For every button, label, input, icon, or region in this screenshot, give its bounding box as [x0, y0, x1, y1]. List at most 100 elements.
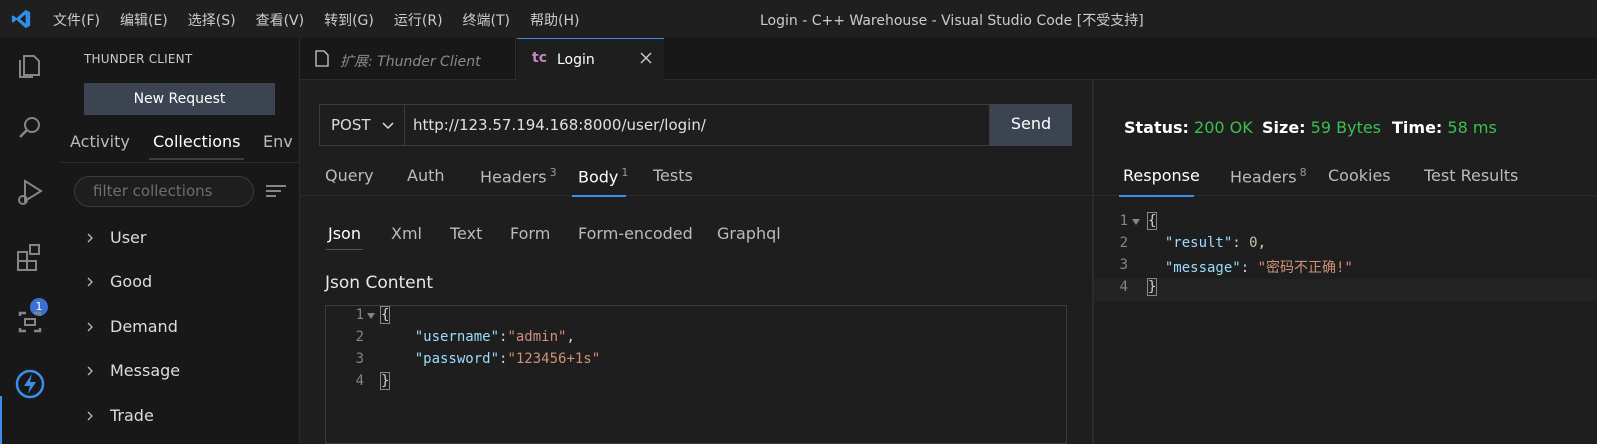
method-select[interactable]: POST	[319, 104, 405, 146]
request-tabs: Query Auth Headers 3 Body 1 Tests	[300, 164, 1092, 197]
editor-tab-bar: 扩展: Thunder Client tc Login	[300, 38, 1597, 80]
collection-item[interactable]: Demand	[84, 317, 178, 336]
json-key: "message"	[1164, 260, 1241, 276]
headers-count: 8	[1299, 166, 1307, 179]
json-key: "password"	[414, 351, 500, 367]
tab-graphql[interactable]: Graphql	[717, 224, 781, 243]
size-item: Size: 59 Bytes	[1262, 118, 1382, 137]
code-line: 3 "password":"123456+1s"	[326, 351, 1066, 373]
remote-explorer-icon[interactable]	[12, 304, 48, 340]
tab-form[interactable]: Form	[510, 224, 550, 243]
chevron-right-icon	[87, 233, 93, 242]
json-key: "username"	[414, 329, 500, 345]
title-bar: 文件(F) 编辑(E) 选择(S) 查看(V) 转到(G) 运行(R) 终端(T…	[0, 0, 1597, 38]
fold-icon[interactable]	[367, 313, 375, 319]
tab-body[interactable]: Body 1	[578, 166, 628, 186]
size-value: 59 Bytes	[1310, 118, 1382, 137]
tab-login[interactable]: tc Login	[517, 38, 664, 80]
menu-help[interactable]: 帮助(H)	[530, 10, 579, 30]
tab-json[interactable]: Json	[328, 224, 361, 243]
window-title: Login - C++ Warehouse - Visual Studio Co…	[760, 13, 1144, 29]
menu-view[interactable]: 查看(V)	[256, 10, 305, 30]
collection-item[interactable]: Message	[84, 361, 180, 380]
collection-item[interactable]: User	[84, 228, 146, 247]
extensions-icon[interactable]	[12, 240, 48, 276]
line-number: 3	[355, 351, 364, 367]
tab-activity[interactable]: Activity	[70, 132, 130, 151]
line-number: 4	[355, 373, 364, 389]
tab-auth[interactable]: Auth	[407, 166, 445, 185]
tab-query[interactable]: Query	[325, 166, 374, 185]
json-body-editor[interactable]: 1 { 2 "username":"admin", 3 "password":"…	[325, 305, 1067, 444]
thunder-client-tab-icon: tc	[532, 50, 547, 66]
active-indicator	[0, 396, 2, 444]
close-brace: }	[379, 372, 391, 390]
chevron-down-icon	[382, 122, 394, 130]
menu-file[interactable]: 文件(F)	[53, 10, 100, 30]
divider	[59, 162, 300, 163]
response-tabs: Response Headers 8 Cookies Test Results	[1094, 164, 1597, 197]
close-brace: }	[1146, 278, 1158, 296]
tab-response[interactable]: Response	[1123, 166, 1200, 185]
send-button[interactable]: Send	[990, 104, 1072, 146]
chevron-right-icon	[87, 322, 93, 331]
sidebar-title: THUNDER CLIENT	[84, 52, 193, 66]
collection-label: Demand	[110, 317, 178, 336]
close-icon[interactable]	[639, 51, 653, 65]
run-debug-icon[interactable]	[12, 174, 48, 210]
line-number: 3	[1119, 257, 1128, 273]
filter-collections	[74, 176, 254, 207]
tab-form-encoded[interactable]: Form-encoded	[578, 224, 693, 243]
search-icon[interactable]	[12, 110, 48, 146]
open-brace: {	[379, 306, 391, 324]
tab-label: Login	[557, 52, 595, 68]
url-field	[405, 104, 990, 146]
request-panel: POST Send Query Auth Headers3 Body1 Test…	[300, 80, 1092, 444]
tab-env[interactable]: Env	[263, 132, 293, 151]
menu-edit[interactable]: 编辑(E)	[120, 10, 168, 30]
collection-label: Message	[110, 361, 181, 380]
filter-collections-input[interactable]	[93, 182, 253, 200]
explorer-icon[interactable]	[12, 48, 48, 84]
code-line-current: 4 }	[1094, 278, 1597, 301]
sort-menu-icon[interactable]	[264, 183, 288, 199]
body-format-tabs: Json Xml Text Form Form-encoded Graphql	[300, 222, 1092, 252]
code-line: 1 {	[1094, 212, 1597, 235]
response-panel: Status: 200 OK Size: 59 Bytes Time: 58 m…	[1094, 80, 1597, 444]
code-line: 2 "username":"admin",	[326, 329, 1066, 351]
activity-bar: 1	[0, 38, 59, 444]
collection-label: Trade	[110, 406, 154, 425]
tab-headers-label: Headers	[1230, 167, 1297, 187]
time-item: Time: 58 ms	[1392, 118, 1497, 137]
menu-bar: 文件(F) 编辑(E) 选择(S) 查看(V) 转到(G) 运行(R) 终端(T…	[53, 10, 599, 30]
code-line: 3 "message": "密码不正确!"	[1094, 257, 1597, 279]
vscode-logo-icon	[11, 9, 31, 29]
tab-text[interactable]: Text	[450, 224, 482, 243]
json-value: 0	[1249, 235, 1258, 251]
url-input[interactable]	[413, 116, 973, 134]
json-value: "admin"	[507, 329, 567, 345]
active-tab-underline	[572, 195, 626, 197]
collection-item[interactable]: Trade	[84, 406, 154, 425]
tab-tests[interactable]: Tests	[653, 166, 693, 185]
tab-response-headers[interactable]: Headers 8	[1230, 166, 1307, 186]
thunder-client-icon[interactable]	[12, 366, 48, 402]
method-value: POST	[331, 116, 371, 134]
tab-xml[interactable]: Xml	[391, 224, 422, 243]
tab-test-results[interactable]: Test Results	[1424, 166, 1518, 185]
response-body-viewer[interactable]: 1 { 2 "result": 0, 3 "message": "密码不正确!"…	[1094, 212, 1597, 313]
menu-run[interactable]: 运行(R)	[394, 10, 443, 30]
new-request-button[interactable]: New Request	[84, 83, 275, 115]
tab-extension-thunder-client[interactable]: 扩展: Thunder Client	[300, 38, 516, 80]
tab-collections[interactable]: Collections	[153, 132, 240, 151]
menu-go[interactable]: 转到(G)	[324, 10, 374, 30]
tab-label: 扩展: Thunder Client	[340, 54, 481, 70]
active-tab-underline	[326, 249, 363, 250]
collection-item[interactable]: Good	[84, 272, 152, 291]
menu-selection[interactable]: 选择(S)	[188, 10, 236, 30]
tab-headers[interactable]: Headers 3	[480, 166, 557, 186]
tab-cookies[interactable]: Cookies	[1328, 166, 1391, 185]
sidebar-tabs: Activity Collections Env	[59, 130, 300, 162]
fold-icon[interactable]	[1132, 219, 1140, 225]
menu-terminal[interactable]: 终端(T)	[463, 10, 510, 30]
